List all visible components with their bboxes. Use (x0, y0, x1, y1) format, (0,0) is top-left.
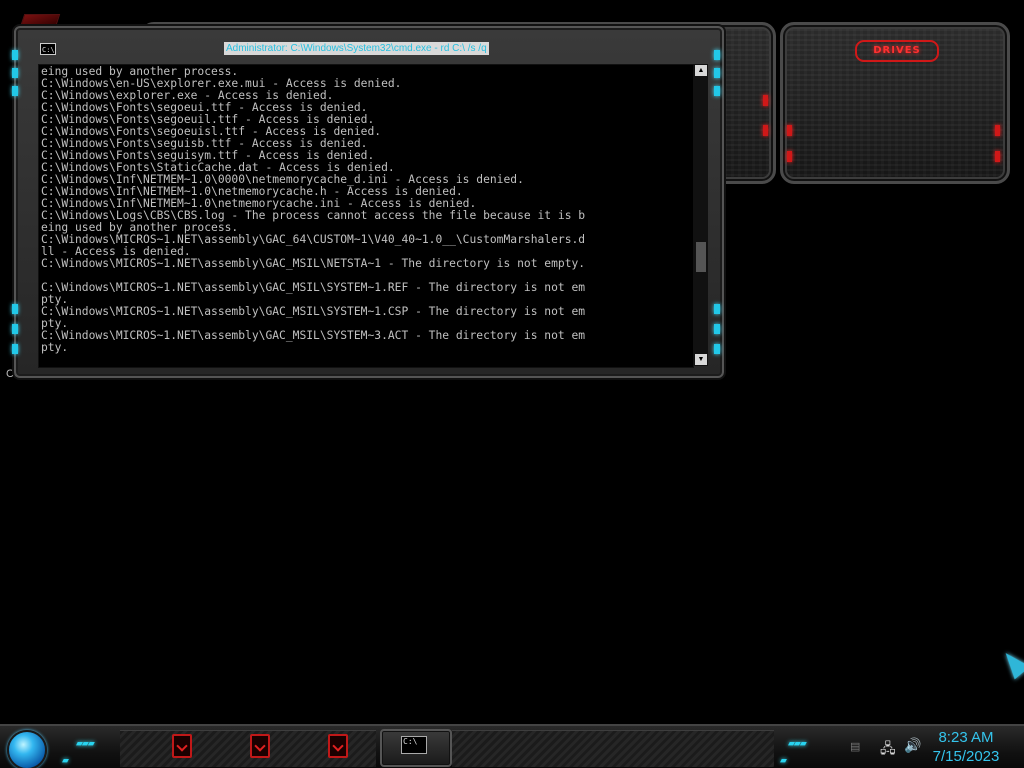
red-light-icon (763, 95, 768, 106)
taskbar-pinned-app-2[interactable] (244, 732, 272, 760)
frame-light-icon (714, 304, 720, 314)
cmd-app-icon[interactable]: C:\ (40, 43, 56, 55)
shield-app-icon (250, 734, 270, 758)
chevron-lights-icon: ▰▰▰ (76, 738, 95, 748)
frame-light-icon (12, 344, 18, 354)
scroll-up-arrow-icon[interactable]: ▲ (695, 65, 707, 76)
cmd-window-title: Administrator: C:\Windows\System32\cmd.e… (224, 42, 489, 55)
red-light-icon (995, 125, 1000, 136)
chevron-lights-icon: ▰ (780, 755, 787, 765)
taskbar-pinned-app-1[interactable] (166, 732, 194, 760)
frame-light-icon (714, 324, 720, 334)
red-light-icon (787, 125, 792, 136)
taskbar (0, 724, 1024, 768)
console-line: C:\Windows\MICROS~1.NET\assembly\GAC_MSI… (41, 257, 586, 270)
frame-light-icon (12, 50, 18, 60)
frame-light-icon (12, 86, 18, 96)
scrollbar-thumb[interactable] (696, 242, 706, 272)
frame-light-icon (12, 304, 18, 314)
cmd-window[interactable]: C:\ Administrator: C:\Windows\System32\c… (12, 26, 724, 378)
shield-app-icon (172, 734, 192, 758)
drives-gadget[interactable]: DRIVES (780, 22, 1010, 184)
network-icon[interactable]: 🖧 (880, 738, 896, 762)
console-line: pty. (41, 341, 69, 354)
console-line: C:\Windows\MICROS~1.NET\assembly\GAC_MSI… (41, 329, 586, 342)
taskbar-decoration (452, 730, 774, 767)
console-text: eing used by another process. C:\Windows… (39, 65, 693, 355)
taskbar-pinned-app-3[interactable] (322, 732, 350, 760)
cmd-console-output[interactable]: eing used by another process. C:\Windows… (38, 64, 694, 368)
frame-light-icon (714, 50, 720, 60)
shield-app-icon (328, 734, 348, 758)
show-hidden-icons-icon[interactable]: ▤ (850, 740, 860, 753)
start-button[interactable] (7, 730, 47, 768)
cmd-taskbar-icon: C:\ (401, 736, 427, 754)
taskbar-clock[interactable]: 8:23 AM 7/15/2023 (926, 728, 1006, 766)
volume-icon[interactable]: 🔊 (904, 737, 921, 754)
chevron-lights-icon: ▰ (62, 755, 69, 765)
frame-light-icon (12, 68, 18, 78)
clock-date: 7/15/2023 (932, 748, 1000, 765)
frame-light-icon (12, 324, 18, 334)
red-light-icon (787, 151, 792, 162)
mouse-cursor-icon (997, 646, 1024, 680)
chevron-lights-icon: ▰▰▰ (788, 738, 807, 748)
red-light-icon (763, 125, 768, 136)
scroll-down-arrow-icon[interactable]: ▼ (695, 354, 707, 365)
red-light-icon (995, 151, 1000, 162)
cmd-scrollbar[interactable]: ▲ ▼ (694, 64, 708, 366)
frame-light-icon (714, 344, 720, 354)
console-line: C:\Windows\MICROS~1.NET\assembly\GAC_MSI… (41, 281, 586, 294)
frame-light-icon (714, 68, 720, 78)
drives-logo: DRIVES (855, 40, 939, 62)
frame-light-icon (714, 86, 720, 96)
cmd-titlebar[interactable]: C:\ Administrator: C:\Windows\System32\c… (36, 40, 708, 60)
taskbar-cmd-button[interactable]: C:\ (380, 729, 452, 767)
console-line: C:\Windows\MICROS~1.NET\assembly\GAC_MSI… (41, 305, 586, 318)
clock-time: 8:23 AM (938, 729, 994, 746)
desktop: N Re Control Panel DRIVES C:\ Administra… (0, 0, 1024, 768)
